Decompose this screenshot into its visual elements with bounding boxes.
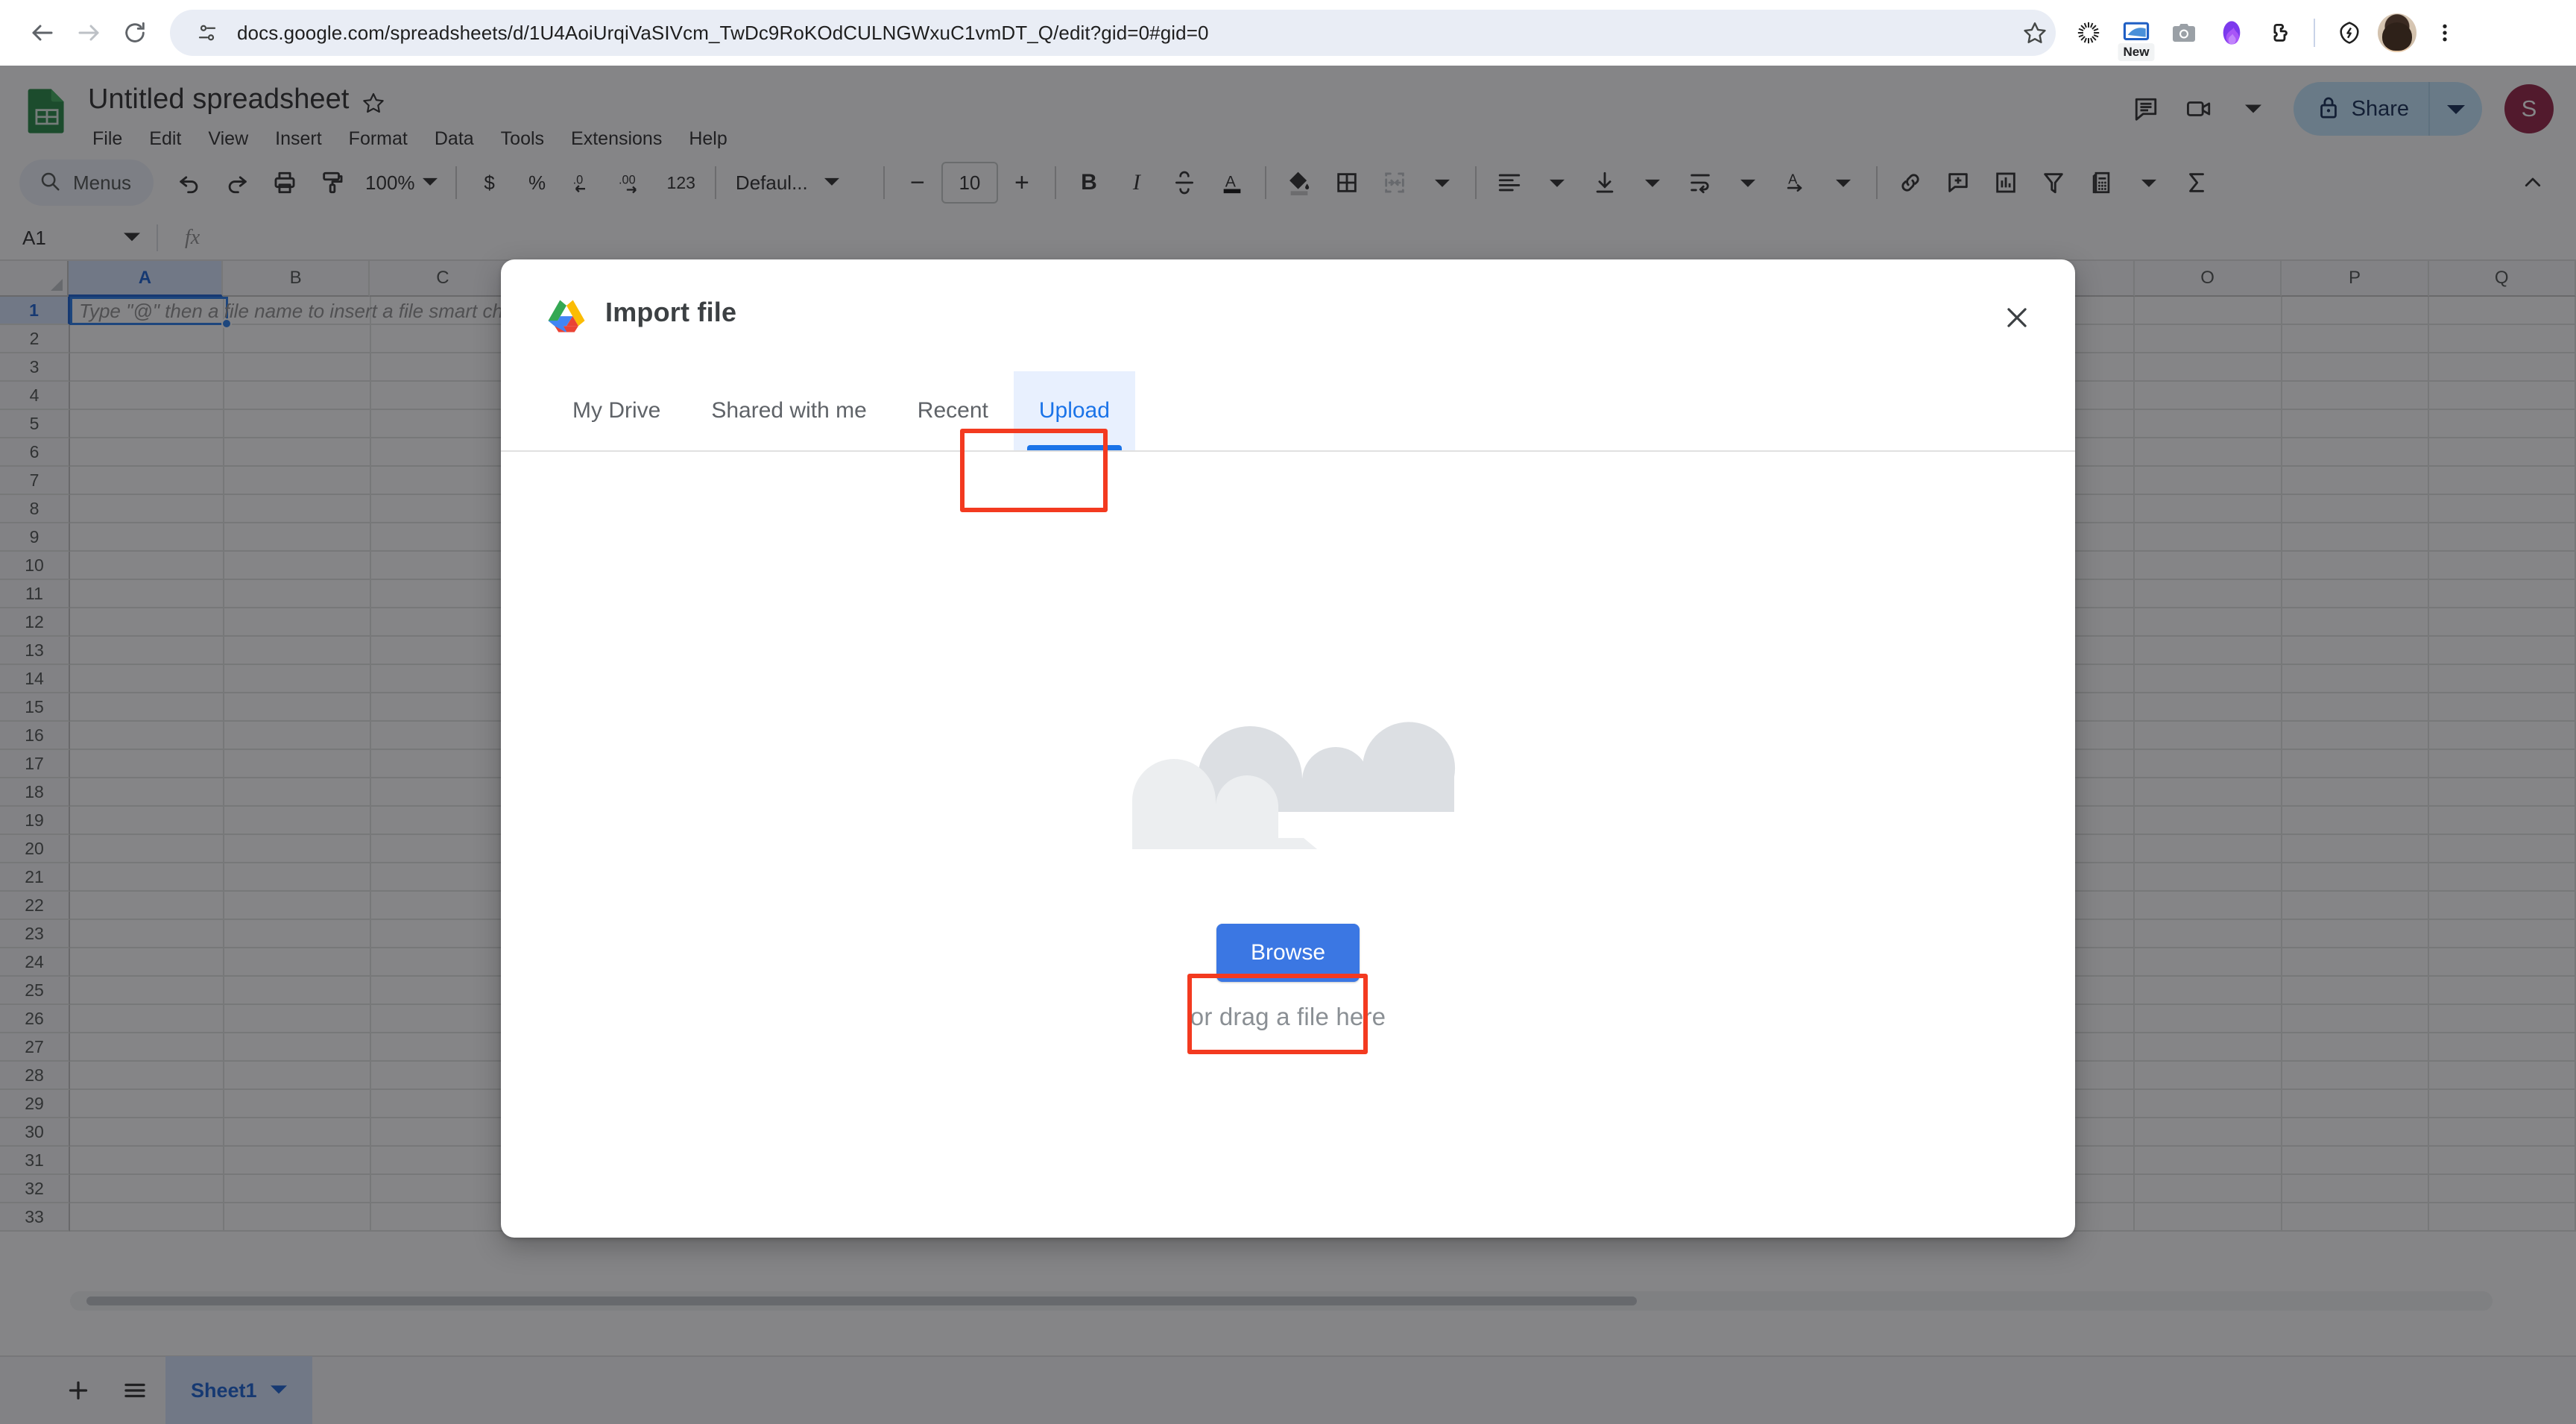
browser-toolbar: docs.google.com/spreadsheets/d/1U4AoiUrq…	[0, 0, 2576, 66]
browse-button[interactable]: Browse	[1216, 924, 1360, 982]
import-file-dialog: Import file My Drive Shared with me Rece…	[501, 259, 2075, 1238]
site-settings-icon[interactable]	[192, 18, 222, 48]
drag-file-hint: or drag a file here	[1190, 1003, 1386, 1031]
tab-shared-with-me[interactable]: Shared with me	[686, 371, 891, 450]
profile-avatar-icon[interactable]	[2373, 9, 2421, 57]
gemini-sparkle-icon[interactable]	[2065, 9, 2112, 57]
new-badge: New	[2118, 43, 2155, 61]
reload-icon[interactable]	[112, 10, 158, 56]
dialog-title: Import file	[605, 297, 736, 328]
toolbar-divider	[2314, 19, 2315, 47]
star-icon[interactable]	[2011, 9, 2059, 57]
url-text: docs.google.com/spreadsheets/d/1U4AoiUrq…	[237, 22, 1209, 45]
close-icon[interactable]	[1995, 295, 2039, 340]
dialog-header: Import file	[501, 259, 2075, 371]
address-bar[interactable]: docs.google.com/spreadsheets/d/1U4AoiUrq…	[170, 10, 2056, 56]
leaf-shield-icon[interactable]	[2326, 9, 2373, 57]
tab-preview-icon[interactable]: New	[2112, 9, 2160, 57]
extensions-puzzle-icon[interactable]	[2255, 9, 2303, 57]
upload-panel: Browse or drag a file here	[501, 452, 2075, 1238]
dialog-tabs: My Drive Shared with me Recent Upload	[501, 371, 2075, 452]
tab-my-drive[interactable]: My Drive	[547, 371, 686, 450]
cloud-upload-illustration	[1117, 659, 1468, 849]
tab-recent[interactable]: Recent	[892, 371, 1014, 450]
forward-arrow-icon[interactable]	[66, 10, 112, 56]
screenshot-camera-icon[interactable]	[2160, 9, 2208, 57]
flame-extension-icon[interactable]	[2208, 9, 2255, 57]
google-drive-icon	[547, 298, 586, 334]
tab-upload[interactable]: Upload	[1014, 371, 1135, 450]
chrome-menu-icon[interactable]	[2421, 9, 2469, 57]
back-arrow-icon[interactable]	[19, 10, 66, 56]
